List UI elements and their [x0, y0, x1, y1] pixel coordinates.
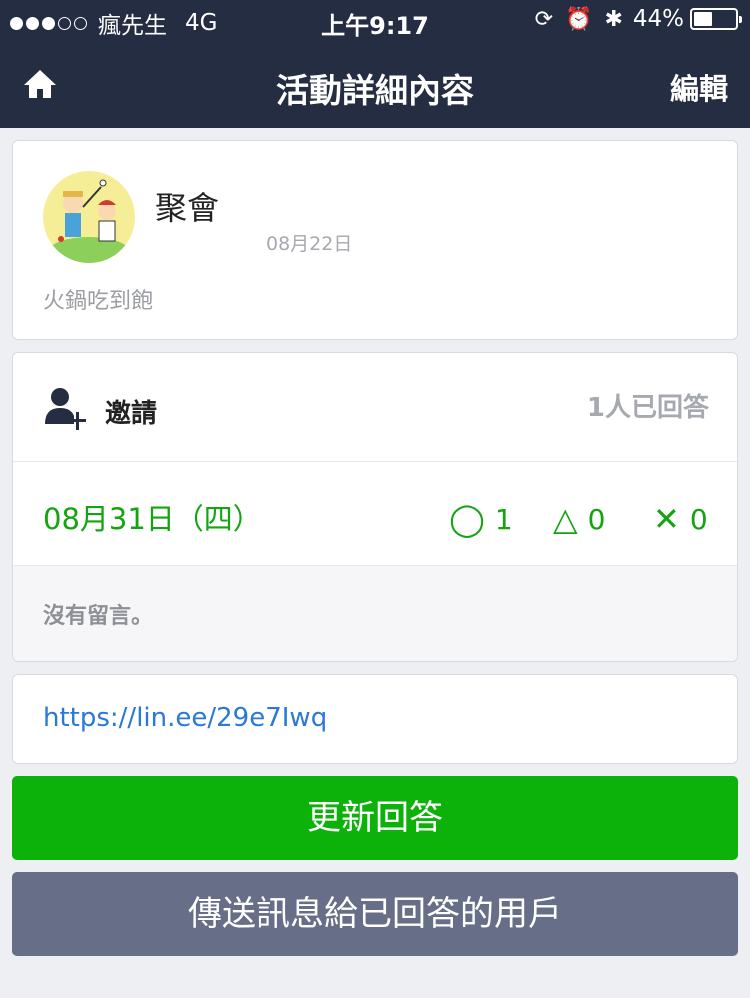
share-link[interactable]: https://lin.ee/29e7Iwq	[43, 703, 327, 733]
answer-count: 1人已回答	[586, 393, 709, 423]
update-answer-button[interactable]: 更新回答	[12, 776, 738, 860]
circle-icon: ◯	[449, 500, 485, 538]
nav-bar: 活動詳細內容 編輯	[0, 42, 750, 128]
bluetooth-icon: ✱	[604, 6, 623, 32]
battery-icon	[690, 8, 742, 30]
event-card: 聚會 08月22日 火鍋吃到飽	[12, 140, 738, 340]
send-message-button[interactable]: 傳送訊息給已回答的用戶	[12, 872, 738, 956]
alarm-icon: ⏰	[565, 6, 593, 32]
no-tally: ✕ 0	[653, 500, 708, 538]
share-link-card: https://lin.ee/29e7Iwq	[12, 674, 738, 764]
schedule-date-row[interactable]: 08月31日（四） ◯ 1 △ 0 ✕ 0	[13, 462, 737, 566]
event-date: 08月22日	[266, 233, 353, 255]
no-comments-text: 沒有留言。	[43, 604, 154, 629]
maybe-tally: △ 0	[553, 500, 605, 538]
schedule-date: 08月31日（四）	[43, 502, 262, 536]
app-header: 瘋先生 4G 上午9:17 ⟳ ⏰ ✱ 44% 活動詳細內容 編輯	[0, 0, 750, 128]
cross-icon: ✕	[653, 500, 680, 538]
invite-row[interactable]: 邀請 1人已回答	[13, 353, 737, 462]
comments-section: 沒有留言。	[13, 566, 737, 661]
edit-button[interactable]: 編輯	[670, 66, 728, 108]
page-title: 活動詳細內容	[276, 71, 474, 110]
no-count: 0	[689, 502, 708, 536]
invite-label: 邀請	[105, 399, 158, 429]
maybe-count: 0	[587, 502, 606, 536]
yes-count: 1	[494, 502, 513, 536]
event-title: 聚會	[155, 189, 220, 227]
rotation-lock-icon: ⟳	[534, 6, 554, 32]
event-description: 火鍋吃到飽	[43, 289, 154, 314]
add-person-icon	[43, 386, 89, 432]
invite-card: 邀請 1人已回答 08月31日（四） ◯ 1 △ 0 ✕ 0 沒有留言。	[12, 352, 738, 662]
yes-tally: ◯ 1	[449, 500, 513, 538]
event-avatar	[43, 171, 135, 263]
status-bar: 瘋先生 4G 上午9:17 ⟳ ⏰ ✱ 44%	[0, 0, 750, 40]
triangle-icon: △	[553, 500, 578, 538]
status-right: ⟳ ⏰ ✱ 44%	[523, 6, 742, 32]
battery-percent: 44%	[632, 6, 684, 32]
